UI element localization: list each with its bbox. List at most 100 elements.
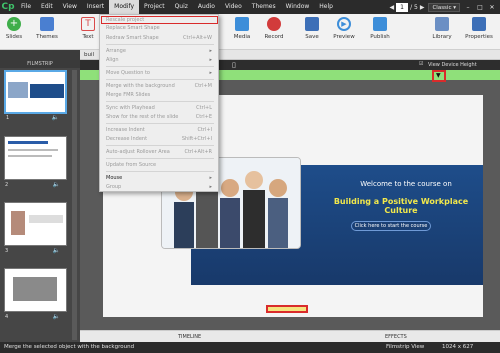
themes-label: Themes: [36, 34, 58, 40]
library-label: Library: [432, 34, 452, 40]
speaker-icon: 🔈: [52, 313, 60, 320]
media-label: Media: [233, 34, 251, 40]
toolbar: + Slides Themes T Text Media Record Save…: [0, 14, 500, 50]
start-course-button[interactable]: Click here to start the course: [351, 221, 431, 231]
current-slide-field[interactable]: 1: [396, 2, 409, 12]
close-icon[interactable]: ✕: [488, 4, 496, 11]
status-view: Filmstrip View: [386, 344, 425, 350]
menu-align[interactable]: Align: [106, 57, 119, 63]
menu-divider: [106, 171, 214, 172]
menu-divider: [106, 79, 214, 80]
filmstrip-title: FILMSTRIP: [0, 60, 80, 68]
add-slide-icon: +: [7, 17, 21, 31]
view-device-height-checkbox[interactable]: ☑: [419, 61, 423, 67]
menu-update-from-source[interactable]: Update from Source: [106, 162, 156, 168]
menu-group[interactable]: Group: [106, 184, 121, 190]
submenu-arrow-icon: ▸: [209, 70, 212, 76]
maximize-icon[interactable]: □: [476, 4, 484, 11]
prev-slide-icon[interactable]: ◀: [389, 4, 394, 11]
text-button[interactable]: T Text: [74, 17, 102, 40]
menu-file[interactable]: File: [16, 0, 36, 14]
slide-total: / 5: [410, 3, 418, 11]
welcome-text: Welcome to the course on: [360, 180, 452, 188]
menu-divider: [106, 66, 214, 67]
properties-label: Properties: [465, 34, 493, 40]
shortcut-redraw-smart-shape: Ctrl+Alt+W: [183, 35, 212, 41]
menu-view[interactable]: View: [58, 0, 82, 14]
view-device-height-label: View Device Height: [428, 62, 477, 68]
themes-button[interactable]: Themes: [33, 17, 61, 40]
timeline-tab[interactable]: TIMELINE: [178, 334, 201, 340]
properties-icon: [472, 17, 486, 31]
mobile-device-icon[interactable]: ▯: [232, 61, 236, 69]
menu-video[interactable]: Video: [220, 0, 247, 14]
slide-thumbnail-4[interactable]: 4 🔈: [4, 268, 67, 320]
shortcut-sync-with-playhead: Ctrl+L: [196, 105, 212, 111]
menu-auto-adjust-rollover-area[interactable]: Auto-adjust Rollover Area: [106, 149, 170, 155]
menu-themes[interactable]: Themes: [247, 0, 281, 14]
slide-number: 2: [5, 182, 9, 188]
slides-button[interactable]: + Slides: [0, 17, 28, 40]
workspace-select[interactable]: Classic ▾: [428, 2, 460, 12]
menu-help[interactable]: Help: [314, 0, 338, 14]
menu-move-question-to[interactable]: Move Question to: [106, 70, 150, 76]
menu-sync-with-playhead[interactable]: Sync with Playhead: [106, 105, 155, 111]
save-button[interactable]: Save: [298, 17, 326, 40]
preview-label: Preview: [333, 34, 355, 40]
slide-number: 3: [5, 248, 9, 254]
submenu-arrow-icon: ▸: [209, 184, 212, 190]
record-icon: [267, 17, 281, 31]
menu-edit[interactable]: Edit: [36, 0, 58, 14]
bottom-panel-tabs: TIMELINE EFFECTS: [80, 330, 500, 342]
filmstrip-scrollbar[interactable]: [72, 70, 77, 340]
status-bar: Merge the selected object with the backg…: [0, 342, 500, 353]
menu-merge-fmr-slides[interactable]: Merge FMR Slides: [106, 92, 150, 98]
themes-icon: [40, 17, 54, 31]
menu-merge-with-background[interactable]: Merge with the background: [106, 83, 175, 89]
menu-divider: [106, 101, 214, 102]
thumbnail-person: [11, 211, 25, 235]
document-tab-label: buil: [84, 52, 95, 58]
menu-decrease-indent[interactable]: Decrease Indent: [106, 136, 147, 142]
menubar-right: ◀ 1 / 5 ▶ Classic ▾ – □ ✕: [389, 0, 496, 14]
media-button[interactable]: Media: [228, 17, 256, 40]
slide-resize-handle[interactable]: [266, 305, 308, 313]
minimize-icon[interactable]: –: [464, 4, 472, 11]
breakpoint-marker-highlight[interactable]: ▼: [432, 70, 446, 82]
menu-show-for-rest-of-slide[interactable]: Show for the rest of the slide: [106, 114, 178, 120]
menu-arrange[interactable]: Arrange: [106, 48, 126, 54]
slide-thumbnail-3[interactable]: 3 🔈: [4, 202, 67, 254]
shortcut-auto-adjust-rollover-area: Ctrl+Alt+R: [184, 149, 212, 155]
menu-modify[interactable]: Modify: [109, 0, 140, 14]
slide-number: 1: [6, 115, 10, 121]
menu-redraw-smart-shape[interactable]: Redraw Smart Shape: [106, 35, 159, 41]
preview-button[interactable]: ▶ Preview: [330, 17, 358, 40]
next-slide-icon[interactable]: ▶: [420, 4, 425, 11]
menu-mouse[interactable]: Mouse: [106, 175, 122, 181]
effects-tab[interactable]: EFFECTS: [385, 334, 407, 340]
slide-thumbnail-2[interactable]: 2 🔈: [4, 136, 67, 188]
submenu-arrow-icon: ▸: [209, 175, 212, 181]
submenu-arrow-icon: ▸: [209, 57, 212, 63]
menu-audio[interactable]: Audio: [193, 0, 220, 14]
menu-quiz[interactable]: Quiz: [170, 0, 193, 14]
menu-replace-smart-shape[interactable]: Replace Smart Shape: [106, 25, 160, 31]
menu-project[interactable]: Project: [139, 0, 170, 14]
record-label: Record: [264, 34, 284, 40]
slide-thumbnail-1[interactable]: 1 🔈: [4, 70, 67, 121]
properties-button[interactable]: Properties: [462, 17, 496, 40]
speaker-icon: 🔈: [51, 114, 59, 121]
publish-button[interactable]: Publish: [366, 17, 394, 40]
menu-increase-indent[interactable]: Increase Indent: [106, 127, 145, 133]
modify-menu-dropdown: Rescale project Replace Smart Shape Redr…: [99, 14, 219, 192]
library-button[interactable]: Library: [428, 17, 456, 40]
shortcut-show-for-rest-of-slide: Ctrl+E: [195, 114, 212, 120]
menu-window[interactable]: Window: [281, 0, 315, 14]
publish-label: Publish: [370, 34, 390, 40]
menu-divider: [106, 145, 214, 146]
menu-rescale-project[interactable]: Rescale project: [106, 17, 144, 23]
menu-insert[interactable]: Insert: [82, 0, 109, 14]
record-button[interactable]: Record: [260, 17, 288, 40]
save-label: Save: [305, 34, 319, 40]
publish-icon: [373, 17, 387, 31]
